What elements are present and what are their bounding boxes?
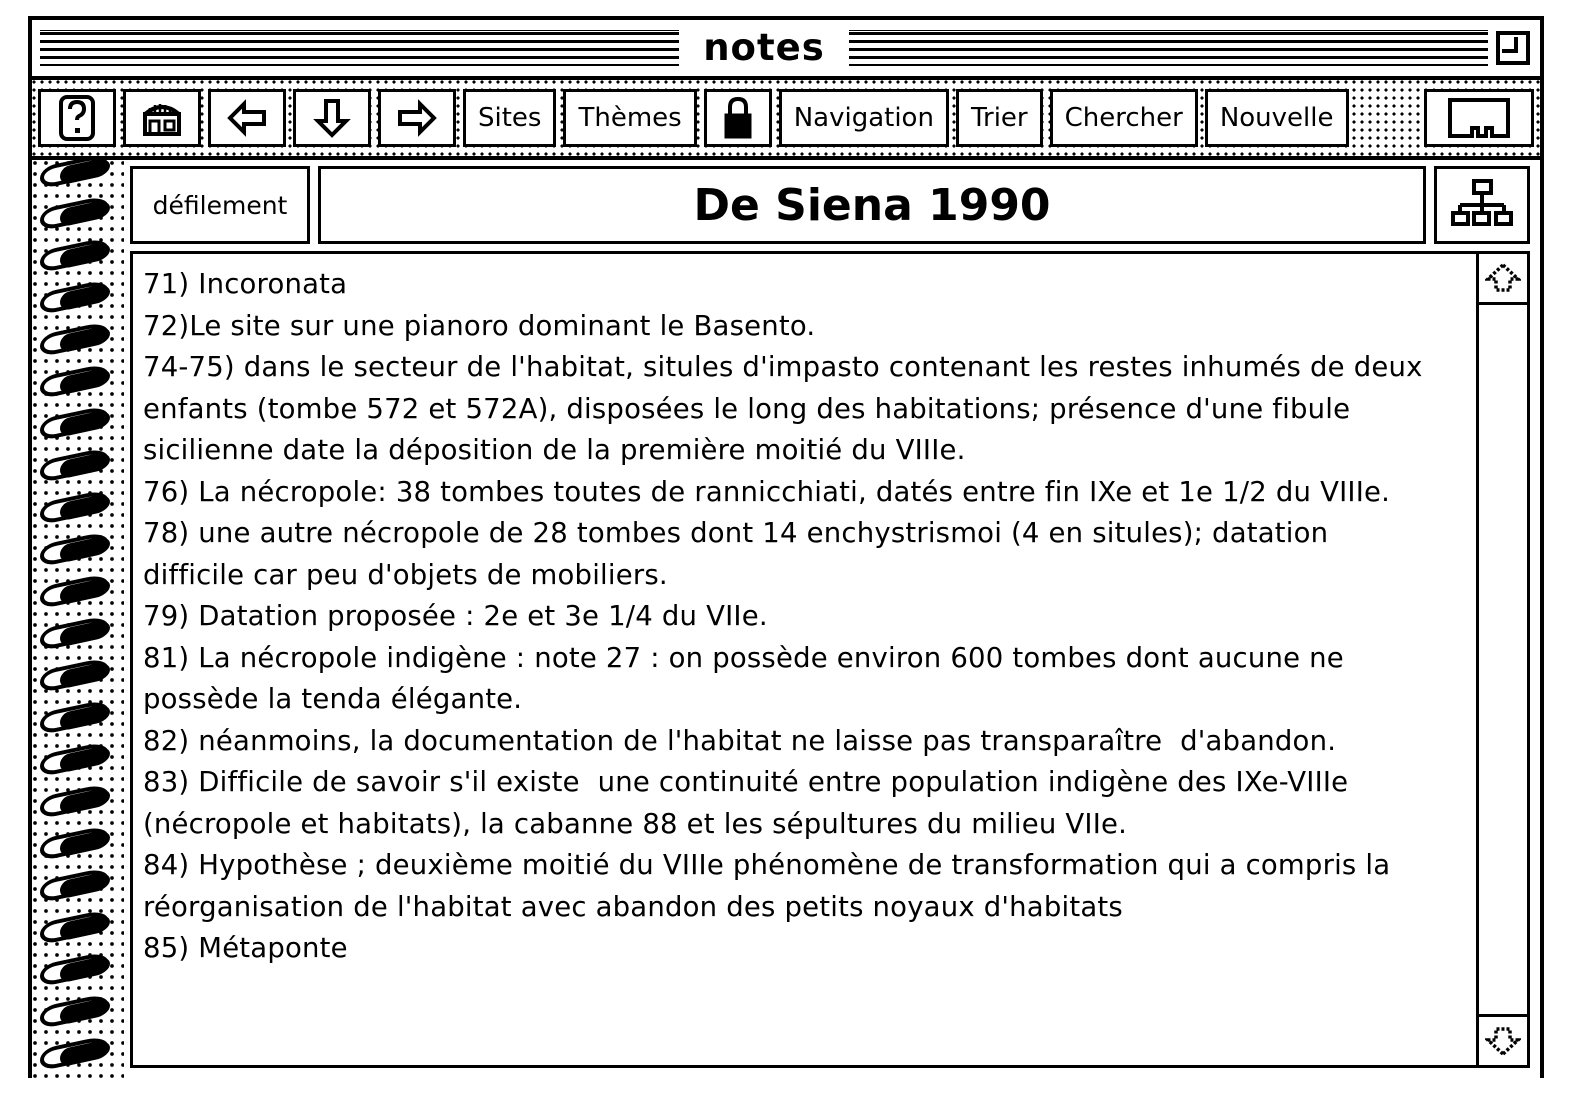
down-button[interactable] bbox=[293, 89, 371, 147]
hierarchy-tree-icon bbox=[1451, 179, 1513, 226]
title-bar-drag-stripes-left[interactable] bbox=[40, 30, 680, 66]
note-line: 84) Hypothèse ; deuxième moitié du VIIIe… bbox=[143, 849, 1391, 881]
navigation-button-label: Navigation bbox=[793, 103, 934, 133]
note-line: 83) Difficile de savoir s'il existe une … bbox=[143, 766, 1349, 798]
note-line: 85) Métaponte bbox=[143, 932, 348, 964]
home-button[interactable] bbox=[123, 89, 201, 147]
padlock-icon bbox=[724, 96, 752, 139]
note-line: 76) La nécropole: 38 tombes toutes de ra… bbox=[143, 475, 1391, 508]
card-stack-icon bbox=[1448, 98, 1510, 138]
nouvelle-button-label: Nouvelle bbox=[1219, 103, 1334, 133]
nouvelle-button[interactable]: Nouvelle bbox=[1204, 89, 1349, 147]
note-line: 72)Le site sur une pianoro dominant le B… bbox=[143, 309, 816, 342]
chercher-button[interactable]: Chercher bbox=[1049, 89, 1198, 147]
note-line: 78) une autre nécropole de 28 tombes don… bbox=[143, 517, 1329, 549]
scroll-up-arrow-icon bbox=[1485, 262, 1521, 292]
note-line: (nécropole et habitats), la cabanne 88 e… bbox=[143, 807, 1128, 840]
note-line: possède la tenda élégante. bbox=[143, 683, 523, 715]
scroll-up-button[interactable] bbox=[1479, 254, 1527, 305]
home-building-icon bbox=[143, 104, 181, 136]
card-button[interactable] bbox=[1424, 89, 1534, 147]
note-line: enfants (tombe 572 et 572A), disposées l… bbox=[143, 392, 1351, 425]
scrollbar-track[interactable] bbox=[1479, 305, 1527, 1014]
window-title: notes bbox=[703, 26, 825, 69]
trier-button[interactable]: Trier bbox=[955, 89, 1043, 147]
note-line: 71) Incoronata bbox=[143, 268, 348, 300]
arrow-right-icon bbox=[398, 99, 437, 137]
note-line: réorganisation de l'habitat avec abandon… bbox=[143, 890, 1123, 923]
navigation-button[interactable]: Navigation bbox=[778, 89, 949, 147]
lock-button[interactable] bbox=[703, 89, 772, 147]
chercher-button-label: Chercher bbox=[1064, 103, 1183, 133]
document-title-field[interactable]: De Siena 1990 bbox=[318, 166, 1426, 244]
window-title-bar[interactable]: notes bbox=[32, 20, 1540, 80]
help-button[interactable] bbox=[38, 89, 116, 147]
scroll-mode-button[interactable]: défilement bbox=[130, 166, 310, 244]
forward-button[interactable] bbox=[378, 89, 456, 147]
sites-button[interactable]: Sites bbox=[463, 89, 557, 147]
arrow-left-icon bbox=[227, 99, 266, 137]
sites-button-label: Sites bbox=[478, 103, 542, 133]
question-mark-icon bbox=[59, 95, 95, 141]
note-line: difficile car peu d'objets de mobiliers. bbox=[143, 558, 668, 591]
document-title: De Siena 1990 bbox=[693, 179, 1051, 231]
note-text-content: 71) Incoronata 72)Le site sur une pianoro… bbox=[143, 264, 1462, 970]
zoom-box-icon[interactable] bbox=[1496, 31, 1531, 65]
note-line: 82) néanmoins, la documentation de l'hab… bbox=[143, 724, 1337, 757]
card-header-row: défilement De Siena 1990 bbox=[130, 166, 1530, 244]
note-line: 81) La nécropole indigène : note 27 : on… bbox=[143, 641, 1344, 674]
themes-button-label: Thèmes bbox=[578, 103, 682, 133]
card-page: défilement De Siena 1990 71) Incoronata … bbox=[32, 160, 1540, 1078]
arrow-down-icon bbox=[313, 99, 351, 138]
note-text-field[interactable]: 71) Incoronata 72)Le site sur une pianoro… bbox=[130, 251, 1476, 1068]
note-area: 71) Incoronata 72)Le site sur une pianoro… bbox=[130, 251, 1530, 1068]
back-button[interactable] bbox=[208, 89, 286, 147]
card-content: défilement De Siena 1990 71) Incoronata … bbox=[124, 160, 1540, 1078]
spiral-binding bbox=[32, 160, 124, 1078]
note-line: 79) Datation proposée : 2e et 3e 1/4 du … bbox=[143, 600, 768, 632]
themes-button[interactable]: Thèmes bbox=[563, 89, 697, 147]
scroll-down-button[interactable] bbox=[1479, 1014, 1527, 1065]
scroll-down-arrow-icon bbox=[1485, 1027, 1521, 1057]
scroll-mode-label: défilement bbox=[152, 190, 288, 220]
note-line: 74-75) dans le secteur de l'habitat, sit… bbox=[143, 351, 1423, 383]
notes-window: notes Sites Thèmes Navigation Trier Cher… bbox=[28, 16, 1544, 1078]
trier-button-label: Trier bbox=[970, 103, 1028, 133]
toolbar: Sites Thèmes Navigation Trier Chercher N… bbox=[32, 80, 1540, 160]
hierarchy-button[interactable] bbox=[1434, 166, 1530, 244]
note-line: sicilienne date la déposition de la prem… bbox=[143, 434, 966, 466]
note-scrollbar[interactable] bbox=[1476, 251, 1530, 1068]
title-bar-drag-stripes-right[interactable] bbox=[848, 30, 1489, 66]
